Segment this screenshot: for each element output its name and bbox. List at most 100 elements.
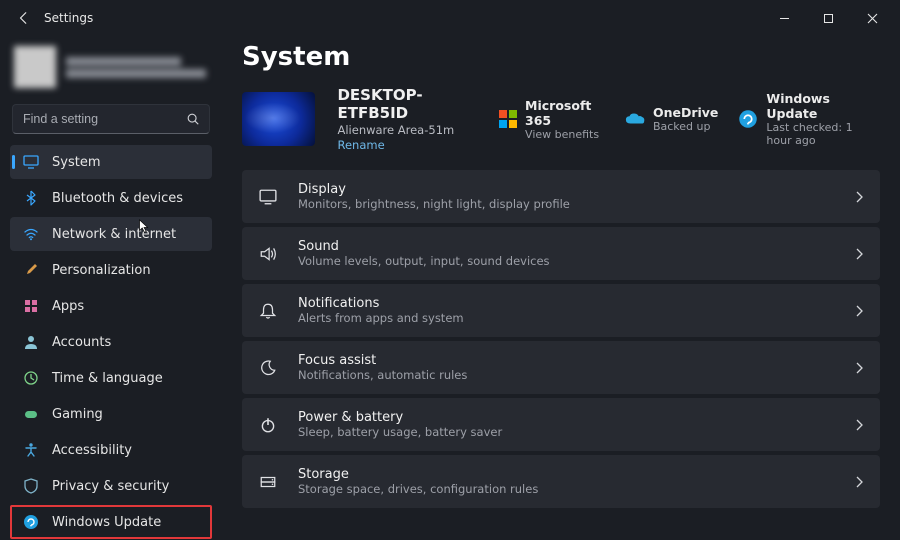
chevron-right-icon: [854, 305, 864, 317]
row-sub: Storage space, drives, configuration rul…: [298, 482, 538, 496]
row-sub: Sleep, battery usage, battery saver: [298, 425, 502, 439]
search-icon: [186, 112, 200, 126]
row-title: Display: [298, 182, 570, 197]
row-sub: Notifications, automatic rules: [298, 368, 467, 382]
search-box[interactable]: [12, 104, 210, 134]
sidebar-item-label: Gaming: [52, 407, 103, 422]
row-title: Notifications: [298, 296, 464, 311]
shield-icon: [22, 478, 40, 494]
card-title: Windows Update: [766, 91, 880, 121]
person-icon: [22, 334, 40, 350]
page-title: System: [242, 42, 880, 72]
sidebar-item-label: Network & internet: [52, 227, 176, 242]
display-icon: [258, 188, 278, 206]
sidebar-item-label: Accessibility: [52, 443, 132, 458]
card-sub: Backed up: [653, 120, 718, 133]
sidebar-item-label: Accounts: [52, 335, 111, 350]
wifi-icon: [22, 226, 40, 242]
sidebar-item-label: Bluetooth & devices: [52, 191, 183, 206]
sidebar-item-label: System: [52, 155, 100, 170]
close-button[interactable]: [850, 4, 894, 32]
sidebar-item-accessibility[interactable]: Accessibility: [10, 433, 212, 467]
sidebar-item-system[interactable]: System: [10, 145, 212, 179]
bluetooth-icon: [22, 190, 40, 206]
storage-icon: [258, 473, 278, 491]
window-controls: [762, 4, 894, 32]
sidebar-item-privacy[interactable]: Privacy & security: [10, 469, 212, 503]
row-sub: Volume levels, output, input, sound devi…: [298, 254, 550, 268]
row-storage[interactable]: Storage Storage space, drives, configura…: [242, 455, 880, 508]
sidebar-item-label: Privacy & security: [52, 479, 169, 494]
sidebar-item-bluetooth[interactable]: Bluetooth & devices: [10, 181, 212, 215]
chevron-right-icon: [854, 191, 864, 203]
sidebar-item-windows-update[interactable]: Windows Update: [10, 505, 212, 539]
sidebar-item-label: Windows Update: [52, 515, 161, 530]
sidebar-item-time[interactable]: Time & language: [10, 361, 212, 395]
rename-link[interactable]: Rename: [337, 138, 477, 152]
card-title: OneDrive: [653, 105, 718, 120]
sidebar-item-apps[interactable]: Apps: [10, 289, 212, 323]
row-title: Sound: [298, 239, 550, 254]
chevron-right-icon: [854, 362, 864, 374]
row-title: Focus assist: [298, 353, 467, 368]
chevron-right-icon: [854, 419, 864, 431]
sidebar-item-label: Time & language: [52, 371, 163, 386]
sound-icon: [258, 245, 278, 263]
sidebar-item-label: Personalization: [52, 263, 151, 278]
sidebar-item-accounts[interactable]: Accounts: [10, 325, 212, 359]
content-area: System DESKTOP-ETFB5ID Alienware Area-51…: [220, 36, 900, 508]
row-sub: Monitors, brightness, night light, displ…: [298, 197, 570, 211]
row-focus-assist[interactable]: Focus assist Notifications, automatic ru…: [242, 341, 880, 394]
device-info: DESKTOP-ETFB5ID Alienware Area-51m Renam…: [337, 86, 477, 152]
bell-icon: [258, 302, 278, 320]
titlebar: Settings: [0, 0, 900, 36]
sidebar-item-label: Apps: [52, 299, 84, 314]
search-input[interactable]: [12, 104, 210, 134]
chevron-right-icon: [854, 476, 864, 488]
minimize-button[interactable]: [762, 4, 806, 32]
row-title: Power & battery: [298, 410, 502, 425]
microsoft365-card[interactable]: Microsoft 365 View benefits: [499, 91, 605, 147]
row-sound[interactable]: Sound Volume levels, output, input, soun…: [242, 227, 880, 280]
row-notifications[interactable]: Notifications Alerts from apps and syste…: [242, 284, 880, 337]
row-sub: Alerts from apps and system: [298, 311, 464, 325]
brush-icon: [22, 262, 40, 278]
apps-icon: [22, 298, 40, 314]
user-name-redacted: [66, 54, 208, 81]
status-cards: Microsoft 365 View benefits OneDrive Bac…: [499, 91, 880, 147]
card-sub: View benefits: [525, 128, 605, 141]
device-wallpaper-thumb: [242, 92, 315, 146]
device-model: Alienware Area-51m: [337, 123, 477, 137]
windows-update-card[interactable]: Windows Update Last checked: 1 hour ago: [738, 91, 880, 147]
sidebar-item-network[interactable]: Network & internet: [10, 217, 212, 251]
card-sub: Last checked: 1 hour ago: [766, 121, 880, 147]
moon-icon: [258, 359, 278, 377]
sidebar: System Bluetooth & devices Network & int…: [0, 36, 220, 508]
back-button[interactable]: [12, 6, 36, 30]
user-account-block[interactable]: [10, 42, 212, 98]
system-header: DESKTOP-ETFB5ID Alienware Area-51m Renam…: [242, 86, 880, 152]
row-power[interactable]: Power & battery Sleep, battery usage, ba…: [242, 398, 880, 451]
system-icon: [22, 154, 40, 170]
row-display[interactable]: Display Monitors, brightness, night ligh…: [242, 170, 880, 223]
onedrive-icon: [625, 109, 645, 129]
power-icon: [258, 416, 278, 434]
update-icon: [22, 514, 40, 530]
sidebar-item-personalization[interactable]: Personalization: [10, 253, 212, 287]
microsoft-logo-icon: [499, 109, 517, 129]
device-name: DESKTOP-ETFB5ID: [337, 86, 477, 122]
avatar: [14, 46, 56, 88]
settings-list: Display Monitors, brightness, night ligh…: [242, 170, 880, 508]
row-title: Storage: [298, 467, 538, 482]
app-title: Settings: [44, 11, 93, 25]
update-icon: [738, 109, 758, 129]
nav-list: System Bluetooth & devices Network & int…: [10, 144, 212, 540]
accessibility-icon: [22, 442, 40, 458]
chevron-right-icon: [854, 248, 864, 260]
sidebar-item-gaming[interactable]: Gaming: [10, 397, 212, 431]
gamepad-icon: [22, 406, 40, 422]
onedrive-card[interactable]: OneDrive Backed up: [625, 91, 718, 147]
maximize-button[interactable]: [806, 4, 850, 32]
card-title: Microsoft 365: [525, 98, 605, 128]
clock-icon: [22, 370, 40, 386]
